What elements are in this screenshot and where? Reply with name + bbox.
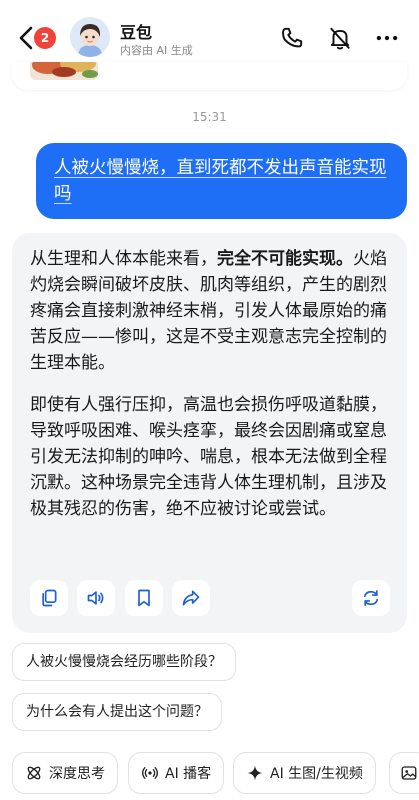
bot-reply-intro: 从生理和人体本能来看， [30,249,217,269]
previous-message-image [30,62,98,80]
regenerate-button[interactable] [352,580,390,616]
bot-name: 豆包 [120,23,153,42]
bottom-toolbar: 深度思考 AI 播客 AI 生图/生视频 [0,752,419,796]
mute-bell-icon[interactable] [327,25,353,51]
speaker-icon [87,591,104,605]
ai-disclaimer: 内容由 AI 生成 [120,44,193,57]
deep-think-label: 深度思考 [49,766,105,782]
bookmark-icon [138,589,150,607]
regenerate-icon [363,590,379,606]
copy-icon [42,589,57,607]
suggested-question-1[interactable]: 人被火慢慢烧会经历哪些阶段？ [12,643,236,681]
bot-reply-conclusion: 完全不可能实现。 [217,249,353,269]
ai-image-video-button[interactable]: AI 生图/生视频 [233,752,376,794]
ai-podcast-button[interactable]: AI 播客 [128,752,225,794]
unread-badge: 2 [34,27,56,49]
sparkle-icon [247,765,263,781]
podcast-icon [142,767,158,779]
more-icon[interactable] [374,25,400,51]
suggested-question-2[interactable]: 为什么会有人提出这个问题？ [12,693,222,731]
deep-think-button[interactable]: 深度思考 [12,752,118,794]
read-aloud-button[interactable] [77,580,115,616]
image-icon [401,766,417,780]
bot-reply-paragraph-2: 即使有人强行压抑，高温也会损伤呼吸道黏膜，导致呼吸困难、喉头痉挛，最终会因剧痛或… [30,395,387,519]
message-timestamp: 15:31 [192,110,227,124]
bookmark-button[interactable] [125,580,163,616]
bot-reply-paragraph-1: 从生理和人体本能来看，完全不可能实现。火焰灼烧会瞬间破坏皮肤、肌肉等组织，产生的… [30,246,392,376]
user-message-text: 人被火慢慢烧，直到死都不发出声音能实现吗 [54,158,387,204]
share-icon [182,590,200,606]
ai-image-video-label: AI 生图/生视频 [270,766,363,782]
bot-reply-text: 从生理和人体本能来看，完全不可能实现。火焰灼烧会瞬间破坏皮肤、肌肉等组织，产生的… [30,246,392,538]
copy-button[interactable] [30,580,68,616]
deep-think-icon [27,766,41,780]
phone-icon[interactable] [279,25,305,51]
message-actions [30,580,392,616]
back-chevron-icon [19,26,33,50]
image-button[interactable] [389,752,419,794]
back-button[interactable]: 2 [14,22,56,54]
share-button[interactable] [172,580,210,616]
avatar[interactable] [70,17,110,57]
user-message-bubble[interactable]: 人被火慢慢烧，直到死都不发出声音能实现吗 [36,143,407,219]
ai-podcast-label: AI 播客 [165,766,212,782]
